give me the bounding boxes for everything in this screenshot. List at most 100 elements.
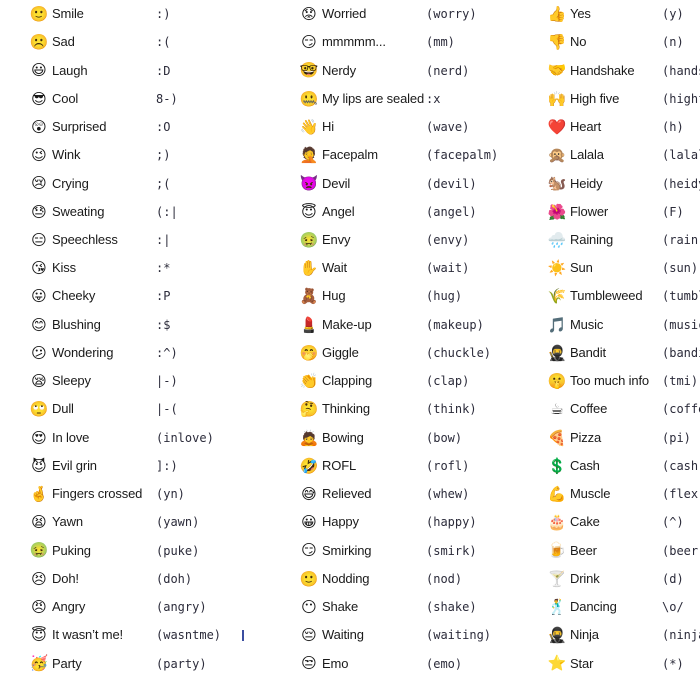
crying-face-icon[interactable]: 😢 <box>29 169 49 197</box>
emoticon-icon-cell[interactable]: 🍸 <box>544 565 570 593</box>
rolling-eyes-face-icon[interactable]: 🙄 <box>29 395 49 423</box>
emoticon-icon-cell[interactable]: 🙇 <box>296 424 322 452</box>
fingers-crossed-icon[interactable]: 🤞 <box>29 480 49 508</box>
emoticon-icon-cell[interactable]: 😪 <box>26 367 52 395</box>
emoticon-icon-cell[interactable]: 🙌 <box>544 85 570 113</box>
emoticon-icon-cell[interactable]: 🙂 <box>26 0 52 28</box>
emoticon-icon-cell[interactable]: 😣 <box>26 565 52 593</box>
coffee-cup-icon[interactable]: ☕ <box>547 395 567 423</box>
emoticon-icon-cell[interactable]: ✋ <box>296 254 322 282</box>
emoticon-icon-cell[interactable]: 😀 <box>296 508 322 536</box>
thumbs-down-icon[interactable]: 👎 <box>547 28 567 56</box>
vomiting-face-icon[interactable]: 🤢 <box>29 536 49 564</box>
emoticon-icon-cell[interactable]: 🙂 <box>296 565 322 593</box>
emoticon-icon-cell[interactable]: 🤓 <box>296 56 322 84</box>
sun-icon[interactable]: ☀️ <box>547 254 567 282</box>
emoticon-icon-cell[interactable]: 🥳 <box>26 649 52 677</box>
birthday-cake-icon[interactable]: 🎂 <box>547 508 567 536</box>
happy-face-icon[interactable]: 😀 <box>299 508 319 536</box>
emoticon-icon-cell[interactable]: 🤢 <box>26 536 52 564</box>
emoticon-icon-cell[interactable]: 😘 <box>26 254 52 282</box>
emoticon-icon-cell[interactable]: 😅 <box>296 480 322 508</box>
frowning-face-icon[interactable]: ☹️ <box>29 28 49 56</box>
emoticon-icon-cell[interactable]: 🕺 <box>544 593 570 621</box>
emoticon-icon-cell[interactable]: 😑 <box>26 226 52 254</box>
emoticon-icon-cell[interactable]: ❤️ <box>544 113 570 141</box>
emoticon-icon-cell[interactable]: 😃 <box>26 56 52 84</box>
emoticon-icon-cell[interactable]: 🙊 <box>544 141 570 169</box>
worried-face-icon[interactable]: 😟 <box>299 0 319 28</box>
facepalm-icon[interactable]: 🤦 <box>299 141 319 169</box>
emoticon-icon-cell[interactable]: 😍 <box>26 424 52 452</box>
speechless-face-icon[interactable]: 😑 <box>29 226 49 254</box>
waiting-clock-face-icon[interactable]: 😔 <box>299 621 319 649</box>
kissing-face-icon[interactable]: 😘 <box>29 254 49 282</box>
pizza-icon[interactable]: 🍕 <box>547 424 567 452</box>
flexed-biceps-icon[interactable]: 💪 <box>547 480 567 508</box>
yawning-face-icon[interactable]: 😫 <box>29 508 49 536</box>
handshake-icon[interactable]: 🤝 <box>547 56 567 84</box>
relieved-face-icon[interactable]: 😅 <box>299 480 319 508</box>
blushing-face-icon[interactable]: 😊 <box>29 311 49 339</box>
emoticon-icon-cell[interactable]: 😇 <box>26 621 52 649</box>
thinking-face-icon[interactable]: 🤔 <box>299 395 319 423</box>
ninja-icon[interactable]: 🥷 <box>547 621 567 649</box>
emoticon-icon-cell[interactable]: 🤔 <box>296 395 322 423</box>
emoticon-icon-cell[interactable]: ⭐ <box>544 649 570 677</box>
emoticon-icon-cell[interactable]: 🙄 <box>26 395 52 423</box>
squirrel-icon[interactable]: 🐿️ <box>547 169 567 197</box>
emoticon-icon-cell[interactable]: 😊 <box>26 311 52 339</box>
tumbleweed-icon[interactable]: 🌾 <box>547 282 567 310</box>
lalala-face-icon[interactable]: 🙊 <box>547 141 567 169</box>
nodding-face-icon[interactable]: 🙂 <box>299 565 319 593</box>
bowing-person-icon[interactable]: 🙇 <box>299 424 319 452</box>
emoticon-icon-cell[interactable]: 😠 <box>26 593 52 621</box>
nerd-face-icon[interactable]: 🤓 <box>299 56 319 84</box>
smirking-face-icon[interactable]: 😏 <box>299 28 319 56</box>
music-note-icon[interactable]: 🎵 <box>547 311 567 339</box>
evil-grin-face-icon[interactable]: 😈 <box>29 452 49 480</box>
emoticon-icon-cell[interactable]: 🍕 <box>544 424 570 452</box>
thumbs-up-icon[interactable]: 👍 <box>547 0 567 28</box>
emoticon-icon-cell[interactable]: 🥷 <box>544 339 570 367</box>
smiling-face-icon[interactable]: 🙂 <box>29 0 49 28</box>
emoticon-icon-cell[interactable]: 🍺 <box>544 536 570 564</box>
flower-icon[interactable]: 🌺 <box>547 198 567 226</box>
emoticon-icon-cell[interactable]: 👏 <box>296 367 322 395</box>
emoticon-icon-cell[interactable]: 😓 <box>26 198 52 226</box>
nauseated-green-face-icon[interactable]: 🤢 <box>299 226 319 254</box>
emoticon-icon-cell[interactable]: 😉 <box>26 141 52 169</box>
teddy-bear-icon[interactable]: 🧸 <box>299 282 319 310</box>
doh-face-icon[interactable]: 😣 <box>29 565 49 593</box>
zipper-mouth-face-icon[interactable]: 🤐 <box>299 85 319 113</box>
emoticon-icon-cell[interactable]: 😏 <box>296 28 322 56</box>
emoticon-icon-cell[interactable]: 👎 <box>544 28 570 56</box>
waiting-hand-face-icon[interactable]: ✋ <box>299 254 319 282</box>
emoticon-icon-cell[interactable]: 🤐 <box>296 85 322 113</box>
emoticon-icon-cell[interactable]: 😢 <box>26 169 52 197</box>
emoticon-icon-cell[interactable]: 💲 <box>544 452 570 480</box>
emoticon-icon-cell[interactable]: 😟 <box>296 0 322 28</box>
emoticon-icon-cell[interactable]: 🧸 <box>296 282 322 310</box>
cash-icon[interactable]: 💲 <box>547 452 567 480</box>
sweating-face-icon[interactable]: 😓 <box>29 198 49 226</box>
wondering-face-icon[interactable]: 😕 <box>29 339 49 367</box>
emoticon-icon-cell[interactable]: 🎂 <box>544 508 570 536</box>
emoticon-icon-cell[interactable]: 🤝 <box>544 56 570 84</box>
emoticon-icon-cell[interactable]: 😔 <box>296 621 322 649</box>
emoticon-icon-cell[interactable]: 👿 <box>296 169 322 197</box>
surprised-face-icon[interactable]: 😲 <box>29 113 49 141</box>
emoticon-icon-cell[interactable]: 😕 <box>26 339 52 367</box>
emoticon-icon-cell[interactable]: 😈 <box>26 452 52 480</box>
makeup-face-icon[interactable]: 💄 <box>299 311 319 339</box>
angel-face-icon[interactable]: 😇 <box>299 198 319 226</box>
emoticon-icon-cell[interactable]: 🥷 <box>544 621 570 649</box>
shaking-head-face-icon[interactable]: 😶 <box>299 593 319 621</box>
emoticon-icon-cell[interactable]: 🤭 <box>296 339 322 367</box>
high-five-icon[interactable]: 🙌 <box>547 85 567 113</box>
emoticon-icon-cell[interactable]: 🤞 <box>26 480 52 508</box>
emoticon-icon-cell[interactable]: 🎵 <box>544 311 570 339</box>
rain-cloud-icon[interactable]: 🌧️ <box>547 226 567 254</box>
emoticon-icon-cell[interactable]: ☹️ <box>26 28 52 56</box>
tongue-out-face-icon[interactable]: 😛 <box>29 282 49 310</box>
